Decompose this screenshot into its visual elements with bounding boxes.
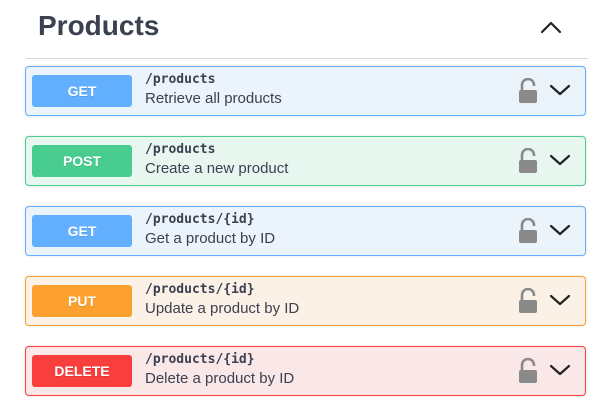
operation-put-product-by-id[interactable]: PUT /products/{id} Update a product by I… <box>25 276 586 326</box>
operation-summary: Create a new product <box>145 160 289 177</box>
operation-path: /products/{id} <box>145 352 255 367</box>
tag-title: Products <box>38 10 160 41</box>
operation-summary: Get a product by ID <box>145 230 276 247</box>
method-badge: GET <box>32 75 132 107</box>
operation-path: /products/{id} <box>145 212 255 227</box>
lock-icon[interactable] <box>517 357 539 384</box>
operation-summary: Retrieve all products <box>145 90 282 107</box>
chevron-down-icon[interactable] <box>548 221 572 239</box>
method-badge: PUT <box>32 285 132 317</box>
swagger-page: Products GET /products Retrieve all prod… <box>0 0 610 416</box>
method-badge: GET <box>32 215 132 247</box>
method-badge: DELETE <box>32 355 132 387</box>
operation-summary: Delete a product by ID <box>145 370 295 387</box>
operation-get-product-by-id[interactable]: GET /products/{id} Get a product by ID <box>25 206 586 256</box>
lock-icon[interactable] <box>517 77 539 104</box>
operation-post-products[interactable]: POST /products Create a new product <box>25 136 586 186</box>
method-badge: POST <box>32 145 132 177</box>
operation-path: /products <box>145 142 216 157</box>
chevron-down-icon[interactable] <box>548 151 572 169</box>
chevron-down-icon[interactable] <box>548 361 572 379</box>
lock-icon[interactable] <box>517 287 539 314</box>
tag-section-header[interactable]: Products <box>26 0 588 59</box>
operation-delete-product-by-id[interactable]: DELETE /products/{id} Delete a product b… <box>25 346 586 396</box>
operation-path: /products/{id} <box>145 282 255 297</box>
operation-summary: Update a product by ID <box>145 300 300 317</box>
chevron-down-icon[interactable] <box>548 81 572 99</box>
chevron-down-icon[interactable] <box>548 291 572 309</box>
lock-icon[interactable] <box>517 147 539 174</box>
chevron-up-icon[interactable] <box>536 14 566 40</box>
operation-path: /products <box>145 72 216 87</box>
operation-get-products[interactable]: GET /products Retrieve all products <box>25 66 586 116</box>
lock-icon[interactable] <box>517 217 539 244</box>
